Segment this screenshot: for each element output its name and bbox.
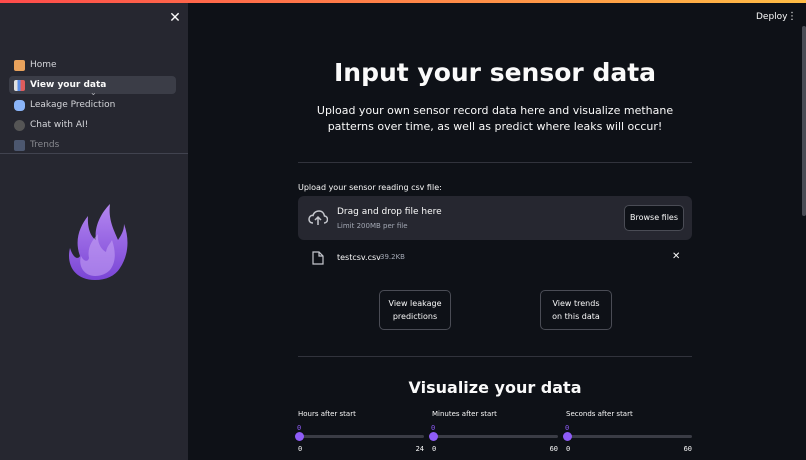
slider-thumb[interactable] <box>563 432 572 441</box>
bar-chart-icon <box>14 79 25 91</box>
dropzone-title: Drag and drop file here <box>337 207 442 217</box>
slider-max: 60 <box>549 445 558 453</box>
file-size: 39.2KB <box>380 253 405 261</box>
slider-track[interactable] <box>432 435 558 438</box>
divider <box>298 162 692 163</box>
slider-value: 0 <box>297 424 302 432</box>
trend-chart-icon <box>14 139 25 151</box>
minutes-slider[interactable]: Minutes after start 0 0 60 <box>429 410 558 460</box>
sidebar: ✕ Home View your data Leakage Prediction… <box>0 0 188 460</box>
sidebar-item-label: Chat with AI! <box>30 120 89 130</box>
chevron-down-icon[interactable]: ⌄ <box>90 88 97 97</box>
page-subtitle: Upload your own sensor record data here … <box>316 104 674 133</box>
file-name: testcsv.csv <box>337 253 381 262</box>
sidebar-divider <box>0 153 188 154</box>
page-scrollbar[interactable] <box>802 26 806 216</box>
slider-value: 0 <box>565 424 570 432</box>
hours-slider[interactable]: Hours after start 0 0 24 <box>295 410 424 460</box>
slider-min: 0 <box>566 445 571 453</box>
remove-file-icon[interactable]: ✕ <box>672 251 680 262</box>
flame-logo-icon <box>69 204 128 280</box>
upload-label: Upload your sensor reading csv file: <box>298 183 442 192</box>
view-trends-button[interactable]: View trends on this data <box>540 290 612 330</box>
file-dropzone[interactable]: Drag and drop file here Limit 200MB per … <box>298 196 692 240</box>
slider-min: 0 <box>432 445 437 453</box>
slider-thumb[interactable] <box>429 432 438 441</box>
divider <box>298 356 692 357</box>
slider-value: 0 <box>431 424 436 432</box>
slider-min: 0 <box>298 445 303 453</box>
close-sidebar-button[interactable]: ✕ <box>166 9 184 27</box>
sidebar-item-leakage-prediction[interactable]: Leakage Prediction <box>9 96 176 114</box>
slider-label: Minutes after start <box>432 410 497 418</box>
seconds-slider[interactable]: Seconds after start 0 0 60 <box>563 410 692 460</box>
page-title: Input your sensor data <box>333 58 657 87</box>
slider-track[interactable] <box>566 435 692 438</box>
file-icon <box>312 251 324 265</box>
house-icon <box>14 59 25 71</box>
main-menu-icon[interactable]: ⋮ <box>787 10 797 24</box>
sidebar-item-chat-with-ai[interactable]: Chat with AI! <box>9 116 176 134</box>
slider-thumb[interactable] <box>295 432 304 441</box>
slider-track[interactable] <box>298 435 424 438</box>
top-decoration-bar <box>0 0 806 3</box>
slider-label: Hours after start <box>298 410 356 418</box>
dropzone-limit: Limit 200MB per file <box>337 222 408 230</box>
section-title: Visualize your data <box>408 378 582 397</box>
sidebar-item-label: Leakage Prediction <box>30 100 116 110</box>
slider-max: 24 <box>415 445 424 453</box>
uploaded-file-row: testcsv.csv 39.2KB ✕ <box>298 248 692 268</box>
sidebar-item-home[interactable]: Home <box>9 56 176 74</box>
sidebar-item-label: Home <box>30 60 57 70</box>
slider-label: Seconds after start <box>566 410 633 418</box>
slider-max: 60 <box>683 445 692 453</box>
sidebar-nav: Home View your data Leakage Prediction C… <box>0 56 188 152</box>
puzzle-icon <box>14 99 25 111</box>
browse-files-button[interactable]: Browse files <box>624 205 684 231</box>
sidebar-item-trends[interactable]: Trends <box>9 136 176 152</box>
cloud-upload-icon <box>308 210 328 225</box>
chat-bubble-icon <box>14 119 25 131</box>
sidebar-item-label: Trends <box>30 140 60 150</box>
view-leakage-predictions-button[interactable]: View leakage predictions <box>379 290 451 330</box>
